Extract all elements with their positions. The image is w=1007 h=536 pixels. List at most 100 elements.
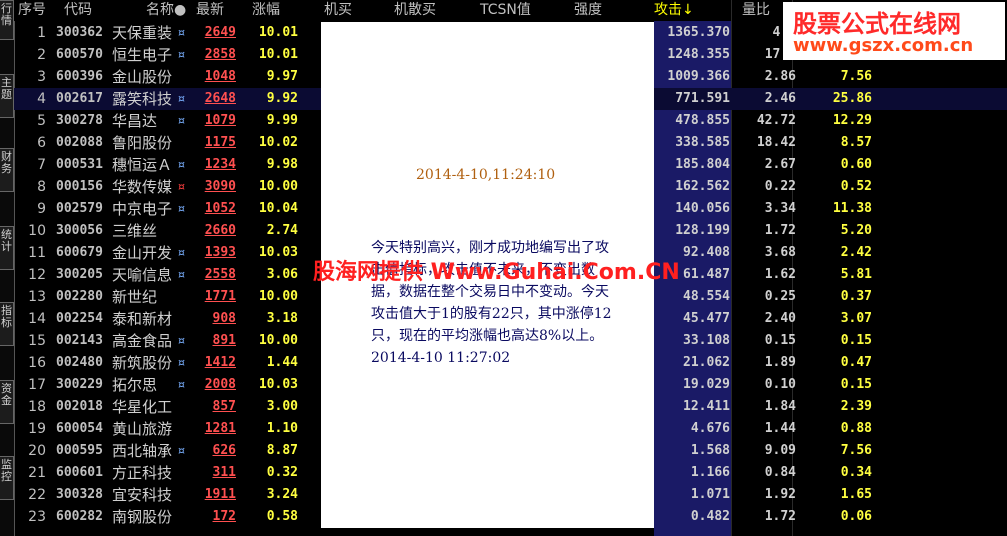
row-name: 新筑股份 <box>112 354 173 372</box>
col-price[interactable]: 最新 <box>196 0 224 21</box>
col-name[interactable]: 名称● <box>146 0 186 21</box>
row-seq: 2 <box>37 47 46 63</box>
row-pct: 10.02 <box>258 135 298 150</box>
row-volratio: 0.22 <box>764 179 796 194</box>
row-volratio: 1.72 <box>764 223 796 238</box>
row-pct: 3.18 <box>266 311 298 326</box>
row-name: 中京电子 <box>112 200 173 218</box>
row-pct: 3.24 <box>266 487 298 502</box>
logo-title: 股票公式在线网 <box>793 10 961 38</box>
row-seq: 17 <box>28 377 46 393</box>
row-name: 恒生电子 <box>112 46 173 64</box>
row-price: 626 <box>212 443 236 458</box>
row-code: 300278 <box>56 113 103 128</box>
row-price: 2660 <box>204 223 236 238</box>
row-pct: 3.06 <box>266 267 298 282</box>
row-price: 1048 <box>204 69 236 84</box>
row-name: 新世纪 <box>112 288 158 306</box>
row-volratio: 0.25 <box>764 289 796 304</box>
row-mark: ¤ <box>178 378 185 391</box>
row-price: 1281 <box>204 421 236 436</box>
row-seq: 10 <box>28 223 46 239</box>
row-volratio: 2.46 <box>764 91 796 106</box>
row-seq: 11 <box>28 245 46 261</box>
row-code: 600054 <box>56 421 103 436</box>
col-jimai[interactable]: 机买 <box>324 0 352 21</box>
row-price: 1079 <box>204 113 236 128</box>
row-volratio: 42.72 <box>756 113 796 128</box>
tab-theme[interactable]: 主题 <box>0 74 14 118</box>
row-volratio: 1.62 <box>764 267 796 282</box>
col-volratio[interactable]: 量比 <box>742 0 770 21</box>
row-attack: 1248.355 <box>667 47 730 62</box>
row-seq: 16 <box>28 355 46 371</box>
row-volratio: 2.86 <box>764 69 796 84</box>
row-price: 891 <box>212 333 236 348</box>
row-price: 1393 <box>204 245 236 260</box>
row-intensity: 0.15 <box>840 377 872 392</box>
row-code: 600396 <box>56 69 103 84</box>
row-seq: 7 <box>37 157 46 173</box>
row-pct: 10.00 <box>258 289 298 304</box>
site-logo: 股票公式在线网 www.gszx.com.cn <box>783 2 1005 60</box>
tab-finance[interactable]: 财务 <box>0 148 14 192</box>
row-mark: ¤ <box>178 26 185 39</box>
row-pct: 10.03 <box>258 245 298 260</box>
row-attack: 1.568 <box>690 443 730 458</box>
row-name: 方正科技 <box>112 464 173 482</box>
row-intensity: 0.06 <box>840 509 872 524</box>
row-name: 金山股份 <box>112 68 173 86</box>
col-attack[interactable]: 攻击↓ <box>654 0 694 21</box>
row-price: 2649 <box>204 25 236 40</box>
tab-indicator[interactable]: 指标 <box>0 302 14 346</box>
row-seq: 23 <box>28 509 46 525</box>
row-pct: 9.99 <box>266 113 298 128</box>
row-seq: 5 <box>37 113 46 129</box>
tab-quotes[interactable]: 行情 <box>0 0 14 40</box>
row-attack: 185.804 <box>675 157 730 172</box>
row-attack: 128.199 <box>675 223 730 238</box>
row-intensity: 0.15 <box>840 333 872 348</box>
tab-capital[interactable]: 资金 <box>0 380 14 424</box>
row-mark: ¤ <box>178 334 185 347</box>
row-name: 鲁阳股份 <box>112 134 173 152</box>
row-volratio: 2.40 <box>764 311 796 326</box>
row-intensity: 0.47 <box>840 355 872 370</box>
col-strength[interactable]: 强度 <box>574 0 602 21</box>
row-pct: 10.04 <box>258 201 298 216</box>
watermark-text: 股海网提供 Www.Guhai.Com.CN <box>313 260 680 285</box>
col-pct[interactable]: 涨幅 <box>252 0 280 21</box>
row-intensity: 5.81 <box>840 267 872 282</box>
col-code[interactable]: 代码 <box>64 0 92 21</box>
col-tcsn[interactable]: TCSN值 <box>480 0 531 21</box>
row-volratio: 1.89 <box>764 355 796 370</box>
row-intensity: 2.39 <box>840 399 872 414</box>
row-pct: 9.92 <box>266 91 298 106</box>
row-price: 3090 <box>204 179 236 194</box>
row-mark: ¤ <box>178 114 185 127</box>
row-name: 黄山旅游 <box>112 420 173 438</box>
row-code: 002617 <box>56 91 103 106</box>
row-seq: 8 <box>37 179 46 195</box>
row-volratio: 18.42 <box>756 135 796 150</box>
side-tab-bar: 行情 主题 财务 统计 指标 资金 监控 <box>0 0 15 536</box>
row-price: 1234 <box>204 157 236 172</box>
row-price: 1175 <box>204 135 236 150</box>
col-seq[interactable]: 序号 <box>18 0 46 21</box>
row-pct: 9.98 <box>266 157 298 172</box>
row-code: 000156 <box>56 179 103 194</box>
tab-monitor[interactable]: 监控 <box>0 456 14 500</box>
row-name: 高金食品 <box>112 332 173 350</box>
row-code: 600570 <box>56 47 103 62</box>
row-pct: 0.58 <box>266 509 298 524</box>
row-name: 华昌达 <box>112 112 158 130</box>
row-code: 300362 <box>56 25 103 40</box>
row-attack: 338.585 <box>675 135 730 150</box>
row-name: 穗恒运Ａ <box>112 156 173 174</box>
row-volratio: 3.34 <box>764 201 796 216</box>
row-pct: 2.74 <box>266 223 298 238</box>
tab-statistics[interactable]: 统计 <box>0 226 14 270</box>
row-pct: 10.01 <box>258 25 298 40</box>
col-jisanmai[interactable]: 机散买 <box>394 0 436 21</box>
row-price: 172 <box>212 509 236 524</box>
